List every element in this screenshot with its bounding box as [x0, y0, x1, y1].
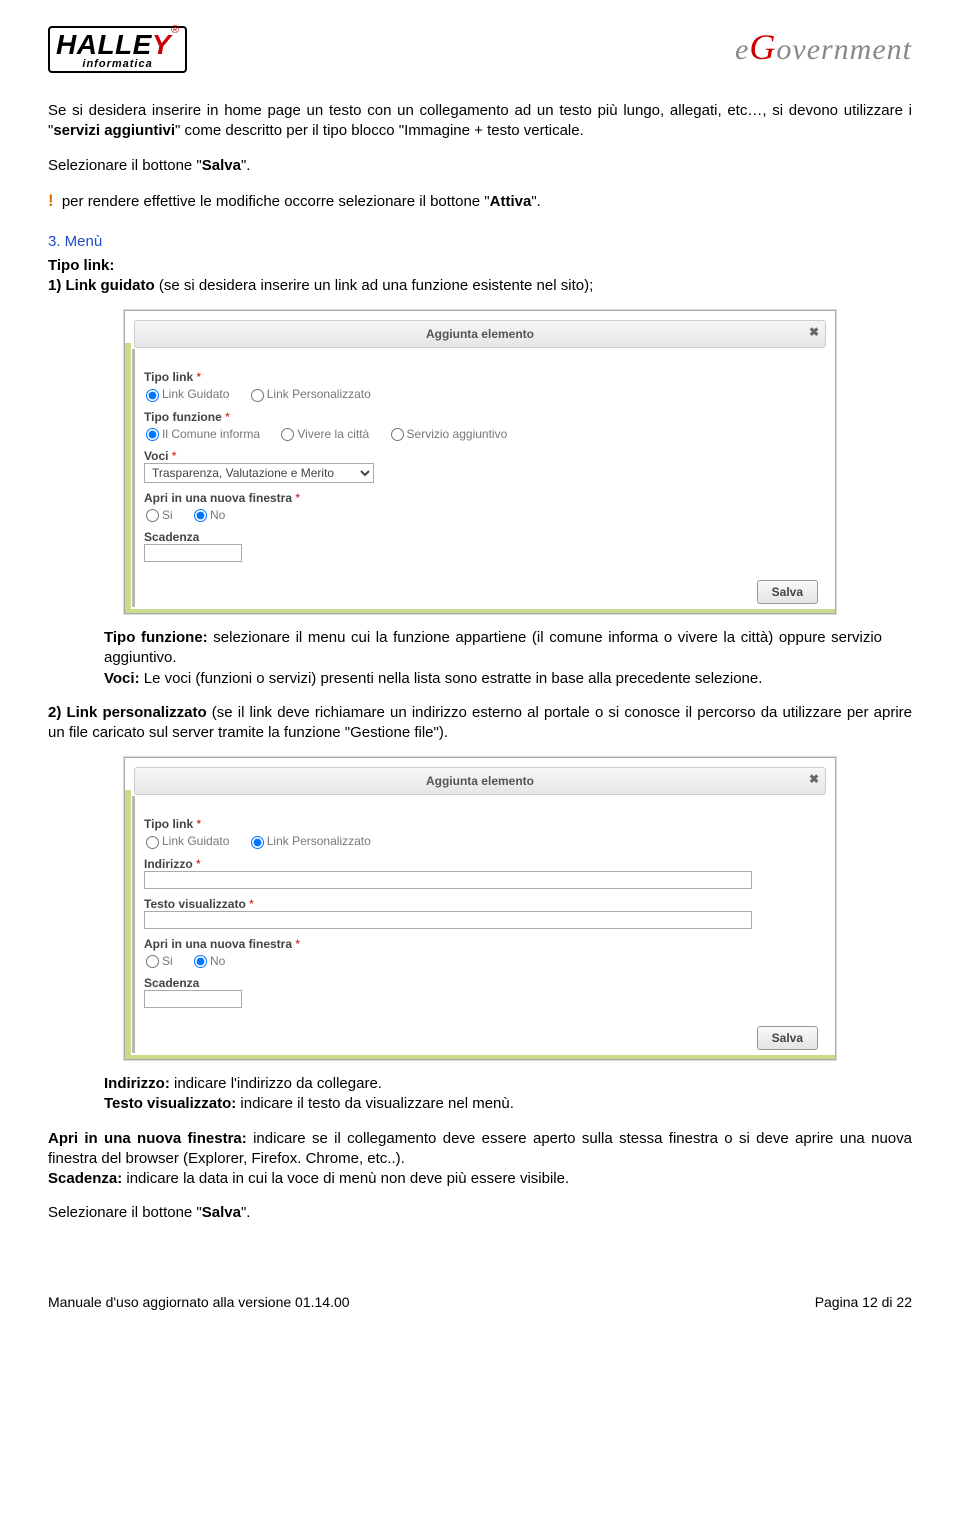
- d2-salva-button[interactable]: Salva: [757, 1026, 818, 1050]
- close-icon[interactable]: ✖: [809, 772, 819, 786]
- logo: HALLEY® informatica: [48, 26, 187, 73]
- salva-line: Selezionare il bottone "Salva".: [48, 1203, 912, 1223]
- d1-radio-servizio[interactable]: Servizio aggiuntivo: [389, 427, 508, 441]
- d1-scadenza-input[interactable]: [144, 544, 242, 562]
- footer-left: Manuale d'uso aggiornato alla versione 0…: [48, 1294, 350, 1310]
- dialog-aggiunta-elemento-1: Aggiunta elemento ✖ Tipo link * Link Gui…: [124, 310, 836, 614]
- egov-brand: eGovernment: [735, 26, 912, 68]
- d2-apri-label: Apri in una nuova finestra: [144, 937, 292, 951]
- intro-p3: ! per rendere effettive le modifiche occ…: [48, 190, 912, 213]
- d1-voci-select[interactable]: Trasparenza, Valutazione e Merito: [144, 463, 374, 483]
- d1-radio-no[interactable]: No: [192, 508, 225, 522]
- tipo-link-label: Tipo link:: [48, 256, 912, 276]
- d1-radio-si[interactable]: Si: [144, 508, 173, 522]
- d1-voci-label: Voci: [144, 449, 168, 463]
- dialog1-title: Aggiunta elemento: [426, 327, 534, 341]
- d1-tipo-link-label: Tipo link: [144, 370, 193, 384]
- indirizzo-note: Indirizzo: indicare l'indirizzo da colle…: [104, 1074, 882, 1115]
- page-header: HALLEY® informatica eGovernment: [48, 26, 912, 73]
- d1-radio-vivere[interactable]: Vivere la città: [279, 427, 369, 441]
- d2-radio-guidato[interactable]: Link Guidato: [144, 834, 229, 848]
- d2-tipo-link-label: Tipo link: [144, 817, 193, 831]
- dialog2-title-bar: Aggiunta elemento ✖: [134, 767, 826, 795]
- logo-main: HALLE: [56, 29, 152, 60]
- egov-e: e: [735, 33, 749, 66]
- tipo-link-line: Tipo link: 1) Link guidato (se si deside…: [48, 256, 912, 297]
- intro-p1: Se si desidera inserire in home page un …: [48, 101, 912, 142]
- dialog1-title-bar: Aggiunta elemento ✖: [134, 320, 826, 348]
- logo-reg: ®: [171, 24, 179, 36]
- d2-scadenza-label: Scadenza: [144, 976, 816, 990]
- d1-apri-label: Apri in una nuova finestra: [144, 491, 292, 505]
- d1-tipo-funzione-label: Tipo funzione: [144, 410, 222, 424]
- apri-note: Apri in una nuova finestra: indicare se …: [48, 1129, 912, 1190]
- d1-scadenza-label: Scadenza: [144, 530, 816, 544]
- d2-indirizzo-label: Indirizzo: [144, 857, 193, 871]
- d2-indirizzo-input[interactable]: [144, 871, 752, 889]
- logo-last: Y: [152, 29, 171, 60]
- d2-radio-si[interactable]: Si: [144, 954, 173, 968]
- egov-rest: overnment: [776, 33, 912, 66]
- intro-p2: Selezionare il bottone "Salva".: [48, 156, 912, 176]
- d1-salva-button[interactable]: Salva: [757, 580, 818, 604]
- link-personalizzato-line: 2) Link personalizzato (se il link deve …: [48, 703, 912, 744]
- d2-testo-vis-label: Testo visualizzato: [144, 897, 246, 911]
- d2-radio-personalizzato[interactable]: Link Personalizzato: [249, 834, 371, 848]
- page-footer: Manuale d'uso aggiornato alla versione 0…: [48, 1294, 912, 1310]
- dialog2-title: Aggiunta elemento: [426, 774, 534, 788]
- attention-icon: !: [48, 190, 54, 213]
- logo-subtitle: informatica: [56, 59, 179, 70]
- d1-radio-personalizzato[interactable]: Link Personalizzato: [249, 387, 371, 401]
- tipo-funzione-note: Tipo funzione: selezionare il menu cui l…: [104, 628, 882, 689]
- close-icon[interactable]: ✖: [809, 325, 819, 339]
- footer-right: Pagina 12 di 22: [815, 1294, 912, 1310]
- d1-radio-comune[interactable]: Il Comune informa: [144, 427, 260, 441]
- d2-scadenza-input[interactable]: [144, 990, 242, 1008]
- egov-g: G: [749, 27, 776, 67]
- d2-testo-vis-input[interactable]: [144, 911, 752, 929]
- section-3-heading: 3. Menù: [48, 233, 912, 250]
- d2-radio-no[interactable]: No: [192, 954, 225, 968]
- d1-radio-guidato[interactable]: Link Guidato: [144, 387, 229, 401]
- dialog-aggiunta-elemento-2: Aggiunta elemento ✖ Tipo link * Link Gui…: [124, 757, 836, 1060]
